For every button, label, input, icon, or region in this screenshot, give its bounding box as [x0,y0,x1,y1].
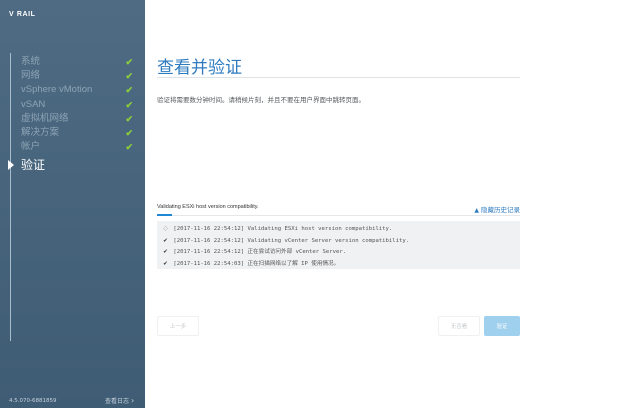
step-label: vSAN [21,98,46,110]
chevron-right-icon: › [131,396,135,405]
check-icon: ✔ [163,247,168,255]
step-network[interactable]: 网络 ✔ [21,69,136,83]
step-label: 帐户 [21,141,41,153]
log-entry: ✔ [2017-11-16 22:54:03] 正在扫描网络以了解 IP 使用情… [161,258,520,270]
verify-button[interactable]: 验证 [484,316,520,336]
step-label: 系统 [21,56,41,67]
check-icon: ✔ [125,127,133,138]
check-icon: ✔ [125,99,133,110]
log-entry: ◌ [2017-11-16 22:54:12] Validating ESXi … [161,223,520,235]
check-icon: ✔ [125,57,133,67]
spinner-icon: ◌ [163,224,168,232]
step-label: 验证 [21,158,46,173]
step-validate[interactable]: 验证 [8,155,136,175]
step-label: vSphere vMotion [21,84,93,96]
step-vm-network[interactable]: 虚拟机网络 ✔ [21,112,136,126]
log-text: [2017-11-16 22:54:12] Validating vCenter… [173,237,410,244]
step-vsan[interactable]: vSAN ✔ [21,98,136,112]
step-system[interactable]: 系统 ✔ [21,55,136,69]
log-text: [2017-11-16 22:54:12] Validating ESXi ho… [173,226,393,232]
view-log-link[interactable]: 查看日志 › [105,396,134,405]
log-entry: ✔ [2017-11-16 22:54:12] 正在尝试访问外部 vCenter… [161,246,520,258]
skip-button[interactable]: 无否看 [438,316,480,336]
vxrail-logo: V RAIL [9,11,36,18]
check-icon: ✔ [125,85,133,96]
step-label: 解决方案 [21,126,60,138]
wizard-steps: 系统 ✔ 网络 ✔ vSphere vMotion ✔ vSAN ✔ 虚拟机网络… [8,55,136,175]
step-vmotion[interactable]: vSphere vMotion ✔ [21,83,136,97]
version-number: 4.5.070-6881859 [9,398,57,404]
steps-rail [10,53,11,341]
page-description: 验证将需要数分钟时间。请稍候片刻，并且不要在用户界面中跳转页面。 [157,96,365,104]
page-title: 查看并验证 [157,58,242,77]
current-step-arrow-icon [8,160,14,171]
previous-button[interactable]: 上一步 [157,316,199,336]
log-entry: ✔ [2017-11-16 22:54:12] Validating vCent… [161,235,520,247]
sidebar: V RAIL 系统 ✔ 网络 ✔ vSphere vMotion ✔ vSAN … [0,0,145,408]
step-label: 虚拟机网络 [21,112,69,124]
progress-bar [157,214,520,216]
check-icon: ✔ [163,235,168,244]
progress-bar-fill [157,214,172,216]
view-log-label: 查看日志 [105,398,130,405]
validation-log[interactable]: ◌ [2017-11-16 22:54:12] Validating ESXi … [157,221,520,269]
main-panel: 查看并验证 验证将需要数分钟时间。请稍候片刻，并且不要在用户界面中跳转页面。 V… [145,0,640,408]
hide-history-label: 隐藏历史记录 [481,206,520,214]
progress-status-text: Validating ESXi host version compatibili… [157,204,259,210]
check-icon: ✔ [125,113,133,124]
step-accounts[interactable]: 帐户 ✔ [21,140,136,154]
caret-up-icon: ▲ [474,207,479,214]
step-label: 网络 [21,70,41,82]
hide-history-link[interactable]: ▲ 隐藏历史记录 [474,204,520,214]
check-icon: ✔ [125,142,133,153]
check-icon: ✔ [125,71,133,82]
log-text: [2017-11-16 22:54:12] 正在尝试访问外部 vCenter S… [173,249,347,255]
log-text: [2017-11-16 22:54:03] 正在扫描网络以了解 IP 使用情况。 [173,260,340,267]
check-icon: ✔ [163,258,168,267]
title-divider [157,77,520,78]
step-solutions[interactable]: 解决方案 ✔ [21,126,136,140]
